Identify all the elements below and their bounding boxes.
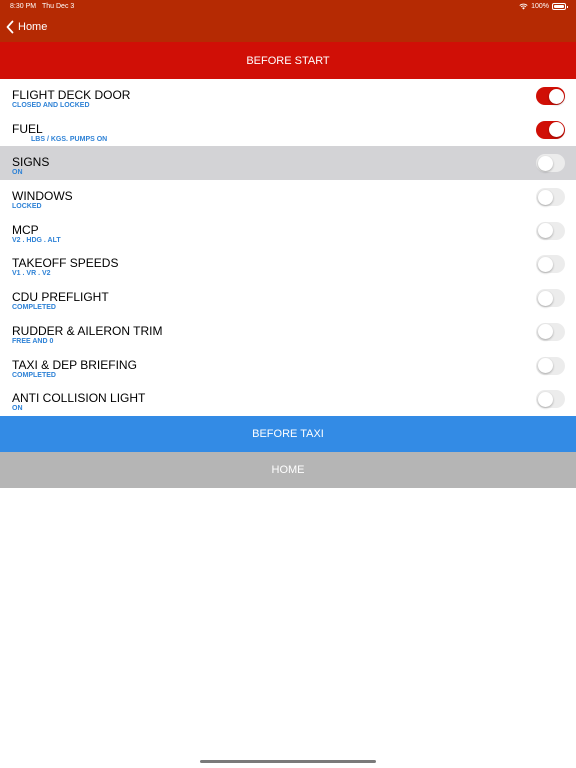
toggle-knob bbox=[537, 324, 553, 340]
checklist-toggle[interactable] bbox=[536, 255, 565, 274]
checklist-item-title: TAXI & DEP BRIEFING bbox=[12, 357, 137, 372]
checklist-item-title: RUDDER & AILERON TRIM bbox=[12, 323, 163, 338]
checklist-row[interactable]: SIGNS ON bbox=[0, 146, 576, 181]
checklist-item-action: LOCKED bbox=[12, 203, 42, 211]
toggle-knob bbox=[537, 256, 553, 272]
checklist-row[interactable]: MCP V2 . HDG . ALT bbox=[0, 213, 576, 248]
toggle-knob bbox=[537, 189, 553, 205]
checklist-toggle[interactable] bbox=[536, 221, 565, 240]
toggle-knob bbox=[548, 88, 564, 104]
checklist-item-title: CDU PREFLIGHT bbox=[12, 290, 109, 305]
status-date: Thu Dec 3 bbox=[42, 3, 75, 10]
checklist-item-title: ANTI COLLISION LIGHT bbox=[12, 391, 146, 406]
wifi-icon bbox=[519, 3, 528, 10]
checklist-item-action: CLOSED AND LOCKED bbox=[12, 102, 90, 109]
checklist-row[interactable]: FLIGHT DECK DOOR CLOSED AND LOCKED bbox=[0, 79, 576, 113]
checklist-toggle[interactable] bbox=[536, 390, 565, 409]
section-title: BEFORE START bbox=[0, 42, 576, 79]
checklist-item-action: V1 . VR . V2 bbox=[12, 270, 51, 278]
checklist-row[interactable]: RUDDER & AILERON TRIM FREE AND 0 bbox=[0, 314, 576, 349]
status-indicators: 100% bbox=[519, 3, 568, 10]
checklist-item-action: LBS / KGS. PUMPS ON bbox=[31, 135, 108, 143]
checklist-item-title: TAKEOFF SPEEDS bbox=[12, 256, 119, 271]
checklist-toggle[interactable] bbox=[536, 120, 565, 139]
checklist-item-action: FREE AND 0 bbox=[12, 337, 54, 345]
checklist-toggle[interactable] bbox=[536, 356, 565, 375]
checklist-item-action: COMPLETED bbox=[12, 304, 56, 312]
checklist-toggle[interactable] bbox=[536, 322, 565, 341]
checklist-row[interactable]: ANTI COLLISION LIGHT ON bbox=[0, 382, 576, 416]
back-label: Home bbox=[18, 21, 48, 33]
toggle-knob bbox=[537, 155, 553, 171]
toggle-knob bbox=[548, 122, 564, 138]
toggle-knob bbox=[537, 391, 553, 407]
checklist-item-title: FLIGHT DECK DOOR bbox=[12, 88, 131, 102]
checklist-toggle[interactable] bbox=[536, 87, 565, 105]
navigation-bar: Home bbox=[0, 14, 576, 42]
home-button[interactable]: HOME bbox=[0, 452, 576, 488]
checklist-toggle[interactable] bbox=[536, 154, 565, 173]
battery-percent: 100% bbox=[531, 3, 549, 10]
checklist-item-action: ON bbox=[12, 405, 23, 413]
checklist-row[interactable]: TAXI & DEP BRIEFING COMPLETED bbox=[0, 348, 576, 383]
checklist-row[interactable]: FUEL LBS / KGS. PUMPS ON bbox=[0, 112, 576, 147]
checklist-row[interactable]: TAKEOFF SPEEDS V1 . VR . V2 bbox=[0, 247, 576, 282]
checklist-item-title: MCP bbox=[12, 222, 39, 237]
home-indicator bbox=[200, 760, 376, 763]
before-taxi-button[interactable]: BEFORE TAXI bbox=[0, 416, 576, 452]
checklist-toggle[interactable] bbox=[536, 289, 565, 308]
checklist: FLIGHT DECK DOOR CLOSED AND LOCKED FUEL LBS… bbox=[0, 79, 576, 416]
battery-icon bbox=[552, 3, 568, 10]
back-button[interactable]: Home bbox=[6, 20, 47, 34]
toggle-knob bbox=[537, 223, 553, 239]
checklist-item-action: COMPLETED bbox=[12, 371, 56, 379]
checklist-item-title: SIGNS bbox=[12, 155, 50, 170]
checklist-toggle[interactable] bbox=[536, 188, 565, 207]
status-bar: 8:30 PM Thu Dec 3 100% bbox=[0, 0, 576, 14]
checklist-item-action: ON bbox=[12, 169, 23, 177]
checklist-row[interactable]: WINDOWS LOCKED bbox=[0, 180, 576, 214]
toggle-knob bbox=[537, 290, 553, 306]
status-time: 8:30 PM bbox=[10, 3, 37, 10]
checklist-item-action: V2 . HDG . ALT bbox=[12, 236, 61, 244]
checklist-row[interactable]: CDU PREFLIGHT COMPLETED bbox=[0, 281, 576, 315]
chevron-left-icon bbox=[6, 20, 14, 34]
checklist-item-title: WINDOWS bbox=[12, 189, 73, 204]
toggle-knob bbox=[537, 358, 553, 373]
checklist-item-title: FUEL bbox=[12, 121, 43, 136]
